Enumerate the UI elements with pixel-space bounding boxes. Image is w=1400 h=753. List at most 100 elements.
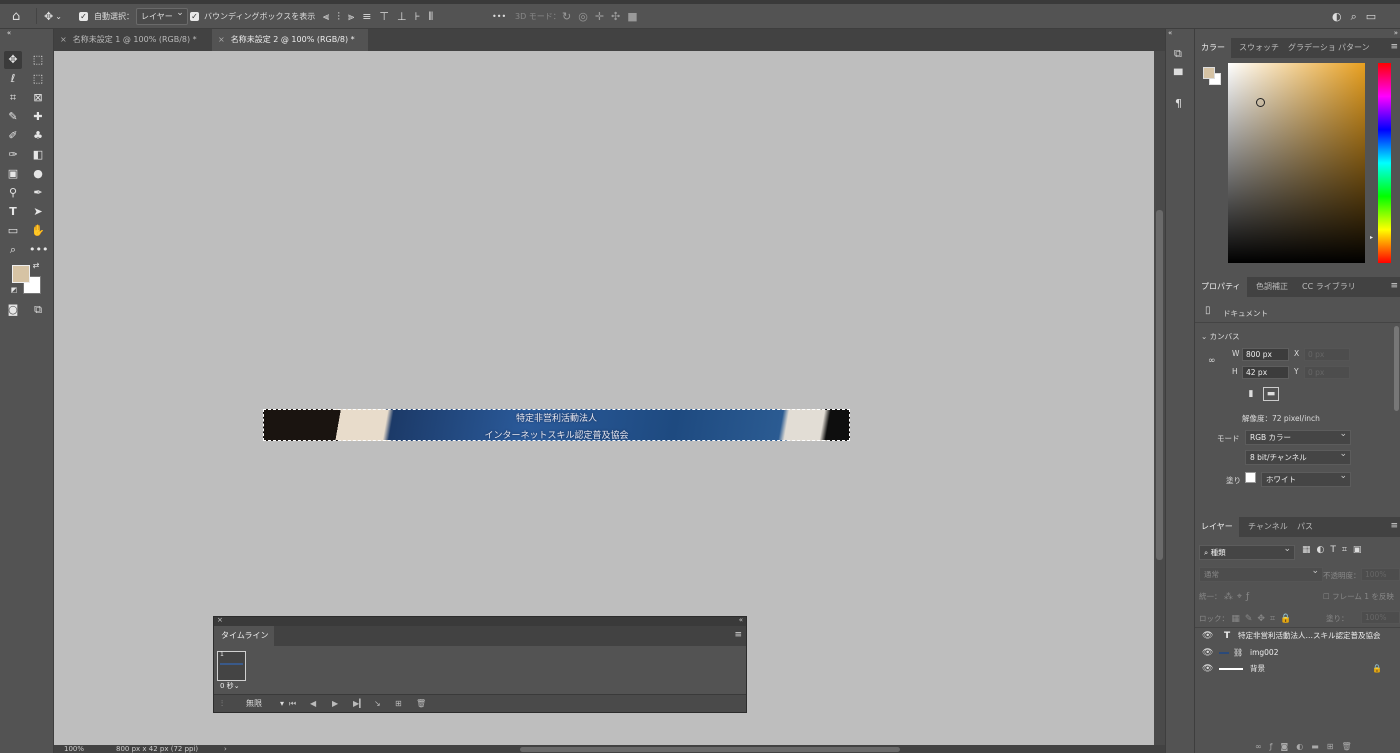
move-tool-icon[interactable]: ✥ — [4, 51, 22, 69]
layer-filter-dropdown[interactable]: ⌕ 種類 — [1199, 543, 1295, 560]
zoom-tool-icon[interactable]: ⌕ — [4, 241, 22, 259]
quick-mask-icon[interactable]: ◙ — [4, 301, 22, 319]
prev-frame-icon[interactable]: ◀ — [310, 695, 316, 713]
search-icon[interactable]: ⌕ — [1351, 4, 1357, 29]
lock-icons[interactable]: ▦✎✥⌗🔒 — [1231, 614, 1296, 624]
eraser-tool-icon[interactable]: ◧ — [29, 146, 47, 164]
hand-tool-icon[interactable]: ✋ — [29, 222, 47, 240]
layers-footer-icons[interactable]: ∞ƒ◙◐▬⊞🗑 — [1195, 740, 1400, 753]
close-icon[interactable]: × — [218, 35, 225, 44]
height-field[interactable]: 42 px — [1242, 366, 1289, 379]
close-icon[interactable]: × — [217, 616, 223, 624]
vertical-scroll-thumb[interactable] — [1156, 210, 1163, 560]
healing-brush-icon[interactable]: ✚ — [29, 108, 47, 126]
object-select-tool-icon[interactable]: ⬚ — [29, 70, 47, 88]
collapse-icon[interactable]: « — [0, 29, 18, 37]
gradient-tool-icon[interactable]: ▣ — [4, 165, 22, 183]
collapse-icon[interactable]: « — [1168, 29, 1172, 37]
status-arrow[interactable]: › — [224, 745, 227, 753]
distribute-h-icon[interactable]: ≡ — [362, 4, 371, 29]
hue-slider[interactable] — [1378, 63, 1391, 263]
canvas-section-toggle[interactable]: ⌄ カンバス — [1201, 331, 1240, 342]
scale-3d-icon[interactable]: ■ — [627, 4, 637, 29]
hue-slider-handle[interactable]: ▸ — [1370, 234, 1373, 241]
collapse-icon[interactable]: » — [1394, 29, 1398, 37]
auto-select-dropdown[interactable]: レイヤー — [136, 4, 188, 29]
tab-adjustments[interactable]: 色調補正 — [1250, 277, 1294, 297]
crop-tool-icon[interactable]: ⌗ — [4, 89, 22, 107]
move-tool-icon[interactable]: ✥ ⌄ — [44, 4, 62, 29]
workspace-icon[interactable]: ▭ — [1366, 4, 1376, 29]
depth-dropdown[interactable]: 8 bit/チャンネル — [1245, 448, 1351, 465]
properties-scroll-thumb[interactable] — [1394, 326, 1399, 411]
first-frame-icon[interactable]: ⏮ — [289, 695, 296, 713]
layer-row-background[interactable]: 👁 背景 🔒 — [1195, 661, 1400, 677]
collapse-icon[interactable]: « — [739, 616, 743, 624]
loop-select[interactable]: 無限 ▾ — [246, 695, 284, 713]
tab-timeline[interactable]: タイムライン — [214, 626, 274, 646]
menu-icon[interactable]: ≡ — [1390, 281, 1398, 291]
filter-icons[interactable]: ▦◐T⌗▣ — [1302, 545, 1367, 555]
tab-swatches[interactable]: スウォッチ — [1233, 38, 1285, 58]
duplicate-frame-icon[interactable]: ⊞ — [395, 695, 402, 713]
tab-document-2[interactable]: × 名称未設定 2 @ 100% (RGB/8) * — [212, 29, 368, 51]
delete-frame-icon[interactable]: 🗑 — [416, 695, 426, 713]
tab-channels[interactable]: チャンネル — [1242, 517, 1294, 537]
pen-tool-icon[interactable]: ✒ — [29, 184, 47, 202]
tab-document-1[interactable]: × 名称未設定 1 @ 100% (RGB/8) * — [54, 29, 216, 51]
y-field[interactable]: 0 px — [1304, 366, 1350, 379]
home-icon[interactable]: ⌂ — [12, 4, 20, 29]
align-middle-icon[interactable]: ⊥ — [397, 4, 407, 29]
default-colors-icon[interactable]: ◩ — [9, 285, 19, 295]
eyedropper-tool-icon[interactable]: ✎ — [4, 108, 22, 126]
path-select-icon[interactable]: ➤ — [29, 203, 47, 221]
roll-3d-icon[interactable]: ◎ — [578, 4, 588, 29]
menu-icon[interactable]: ≡ — [734, 630, 742, 640]
history-panel-icon[interactable]: ⧉ — [1174, 47, 1182, 61]
align-bottom-icon[interactable]: ⊦ — [415, 4, 421, 29]
frame-delay[interactable]: 0 秒⌄ — [220, 681, 240, 691]
next-frame-icon[interactable]: ▶▎ — [353, 695, 365, 713]
screen-mode-icon[interactable]: ⧉ — [29, 301, 47, 319]
eye-icon[interactable]: 👁 — [1202, 628, 1213, 644]
fill-dropdown[interactable]: ホワイト — [1261, 470, 1351, 487]
color-field[interactable] — [1228, 63, 1365, 263]
foreground-color-swatch[interactable] — [12, 265, 30, 283]
fill-swatch[interactable] — [1245, 472, 1256, 483]
document-image[interactable]: 特定非営利活動法人 インターネットスキル認定普及協会 — [263, 409, 850, 441]
drag-3d-icon[interactable]: ✛ — [595, 4, 604, 29]
menu-icon[interactable]: ≡ — [1390, 521, 1398, 531]
eye-icon[interactable]: 👁 — [1202, 645, 1213, 661]
layer-row-text[interactable]: 👁 T 特定非営利活動法人…スキル認定普及協会 — [1195, 628, 1400, 644]
swap-colors-icon[interactable]: ⇄ — [31, 261, 41, 271]
portrait-icon[interactable]: ▮ — [1244, 387, 1258, 401]
history-brush-icon[interactable]: ✑ — [4, 146, 22, 164]
convert-icon[interactable]: ⫶ — [221, 695, 223, 713]
align-left-icon[interactable]: ⫷ — [323, 4, 329, 29]
width-field[interactable]: 800 px — [1242, 348, 1289, 361]
slide-3d-icon[interactable]: ✣ — [611, 4, 620, 29]
comments-panel-icon[interactable]: ▀ — [1174, 69, 1182, 82]
align-right-icon[interactable]: ⫸ — [348, 4, 354, 29]
lasso-tool-icon[interactable]: ℓ — [4, 70, 22, 88]
menu-icon[interactable]: ≡ — [1390, 42, 1398, 52]
bbox-checkbox[interactable]: ✓ — [190, 4, 199, 29]
eye-icon[interactable]: 👁 — [1202, 661, 1213, 677]
auto-select-checkbox[interactable]: ✓ — [79, 4, 88, 29]
zoom-level[interactable]: 100% — [64, 745, 84, 753]
brush-tool-icon[interactable]: ✐ — [4, 127, 22, 145]
landscape-icon[interactable]: ▬ — [1263, 387, 1279, 401]
x-field[interactable]: 0 px — [1304, 348, 1350, 361]
tab-patterns[interactable]: パターン — [1332, 38, 1376, 58]
type-tool-icon[interactable]: T — [4, 203, 22, 221]
tab-properties[interactable]: プロパティ — [1195, 277, 1247, 297]
mode-dropdown[interactable]: RGB カラー — [1245, 428, 1351, 445]
tab-layers[interactable]: レイヤー — [1195, 517, 1239, 537]
layer-row-image[interactable]: 👁 ⛓ img002 — [1195, 645, 1400, 661]
more-options-button[interactable]: ••• — [492, 4, 506, 29]
cloud-user-icon[interactable]: ◐ — [1332, 4, 1342, 29]
frame-thumbnail[interactable]: 1 — [217, 651, 246, 681]
paragraph-panel-icon[interactable]: ¶ — [1175, 97, 1182, 110]
stamp-tool-icon[interactable]: ♣ — [29, 127, 47, 145]
marquee-tool-icon[interactable]: ⬚ — [29, 51, 47, 69]
